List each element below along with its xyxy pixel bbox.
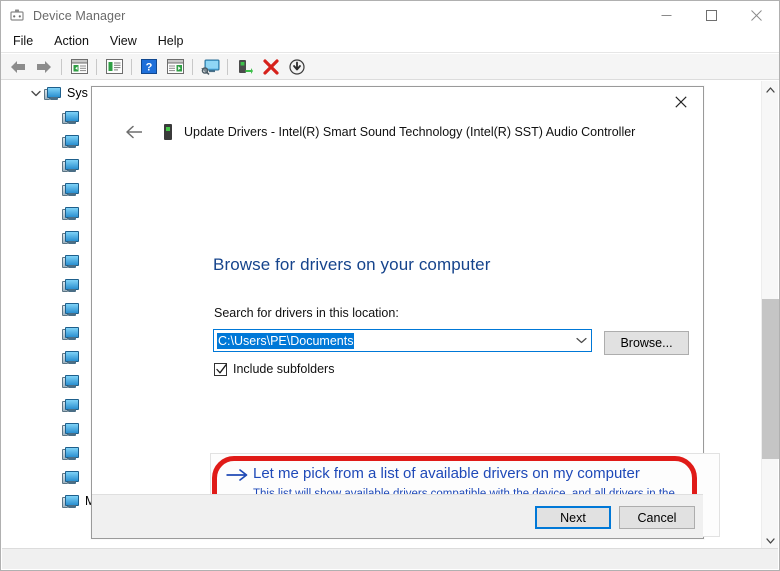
page-title: Browse for drivers on your computer xyxy=(213,255,491,274)
toolbar-separator xyxy=(61,58,62,75)
back-arrow-icon[interactable] xyxy=(122,120,146,144)
include-subfolders-checkbox[interactable]: Include subfolders xyxy=(214,362,334,376)
arrow-right-icon xyxy=(226,468,248,487)
help-icon[interactable]: ? xyxy=(137,56,161,78)
scrollbar-thumb[interactable] xyxy=(762,299,779,459)
cancel-button[interactable]: Cancel xyxy=(619,506,695,529)
system-device-icon xyxy=(62,421,80,437)
maximize-icon[interactable] xyxy=(689,1,734,30)
system-device-icon xyxy=(62,133,80,149)
menu-item-file[interactable]: File xyxy=(4,32,42,50)
show-hide-console-tree-icon[interactable] xyxy=(67,56,91,78)
minimize-icon[interactable] xyxy=(644,1,689,30)
toolbar-separator xyxy=(131,58,132,75)
window-title: Device Manager xyxy=(33,8,126,23)
system-device-icon xyxy=(62,493,80,509)
include-subfolders-label: Include subfolders xyxy=(233,362,335,376)
system-device-icon xyxy=(62,349,80,365)
system-device-icon xyxy=(62,445,80,461)
title-bar: Device Manager xyxy=(1,1,779,30)
device-manager-window: Device Manager File Action View Help ? S… xyxy=(0,0,780,571)
window-controls xyxy=(644,1,779,30)
system-device-icon xyxy=(62,373,80,389)
system-device-icon xyxy=(62,469,80,485)
scroll-down-icon[interactable] xyxy=(762,532,779,549)
system-device-icon xyxy=(62,205,80,221)
search-location-label: Search for drivers in this location: xyxy=(214,306,399,320)
system-device-icon xyxy=(62,397,80,413)
dialog-footer: Next Cancel xyxy=(92,494,703,538)
scroll-up-icon[interactable] xyxy=(762,81,779,98)
pick-from-list-title[interactable]: Let me pick from a list of available dri… xyxy=(253,465,640,482)
system-device-icon xyxy=(62,325,80,341)
disable-device-icon[interactable] xyxy=(259,56,283,78)
system-device-icon xyxy=(62,277,80,293)
toolbar-separator xyxy=(192,58,193,75)
toolbar-separator xyxy=(96,58,97,75)
system-device-icon xyxy=(62,301,80,317)
search-location-combobox[interactable]: C:\Users\PE\Documents xyxy=(213,329,592,352)
checkbox-box[interactable] xyxy=(214,362,227,376)
system-device-icon xyxy=(62,181,80,197)
properties-icon[interactable] xyxy=(102,56,126,78)
close-icon[interactable] xyxy=(658,87,703,117)
menu-item-action[interactable]: Action xyxy=(45,32,98,50)
search-location-input[interactable]: C:\Users\PE\Documents xyxy=(217,332,355,349)
chevron-down-icon[interactable] xyxy=(28,85,44,101)
scan-for-hardware-changes-icon[interactable] xyxy=(198,56,222,78)
menu-bar: File Action View Help xyxy=(1,30,779,53)
toolbar-separator xyxy=(227,58,228,75)
status-bar xyxy=(2,548,778,569)
dialog-header: Update Drivers - Intel(R) Smart Sound Te… xyxy=(92,120,703,144)
close-icon[interactable] xyxy=(734,1,779,30)
next-button[interactable]: Next xyxy=(535,506,611,529)
enable-device-icon[interactable] xyxy=(285,56,309,78)
browse-button[interactable]: Browse... xyxy=(604,331,689,355)
chevron-down-icon[interactable] xyxy=(576,330,587,351)
tree-root-label: Sys xyxy=(67,86,88,100)
system-device-icon xyxy=(62,157,80,173)
forward-icon[interactable] xyxy=(32,56,56,78)
uninstall-device-icon[interactable] xyxy=(233,56,257,78)
device-manager-icon xyxy=(9,8,25,24)
system-device-icon xyxy=(62,229,80,245)
menu-item-view[interactable]: View xyxy=(101,32,146,50)
back-icon[interactable] xyxy=(6,56,30,78)
toolbar: ? xyxy=(1,54,779,80)
system-device-icon xyxy=(62,109,80,125)
svg-text:?: ? xyxy=(146,62,153,74)
system-device-icon xyxy=(44,85,62,101)
menu-item-help[interactable]: Help xyxy=(149,32,193,50)
dialog-title: Update Drivers - Intel(R) Smart Sound Te… xyxy=(184,125,636,139)
device-icon xyxy=(160,124,176,140)
system-device-icon xyxy=(62,253,80,269)
update-driver-icon[interactable] xyxy=(163,56,187,78)
update-drivers-dialog: Update Drivers - Intel(R) Smart Sound Te… xyxy=(91,86,720,539)
main-scrollbar[interactable] xyxy=(761,81,779,549)
